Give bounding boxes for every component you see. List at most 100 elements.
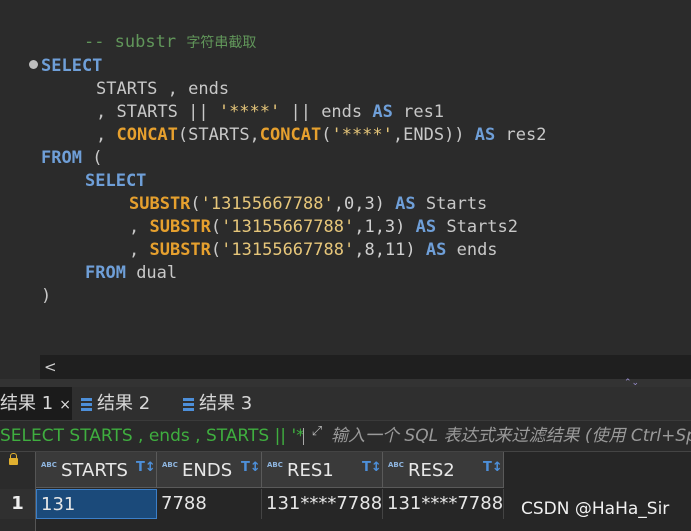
keyword-as: AS	[474, 125, 496, 145]
comment-line: -- substr 字符串截取	[43, 8, 256, 52]
column-label: RES2	[408, 460, 455, 481]
splitter-arrows-icon[interactable]: ⌃⌄	[624, 379, 639, 388]
watermark: CSDN @HaHa_Sir	[521, 499, 670, 519]
sort-icon[interactable]: T↕	[483, 460, 503, 475]
code-text: ,	[129, 217, 150, 237]
query-text: SELECT STARTS , ends , STARTS || '****' …	[0, 426, 303, 446]
code-line-7: SUBSTR('13155667788',0,3) AS Starts	[129, 193, 487, 216]
code-text: ,0,3)	[333, 194, 396, 214]
keyword-as: AS	[415, 217, 437, 237]
function-substr: SUBSTR	[149, 240, 211, 260]
code-text: )	[41, 286, 52, 306]
code-text: (	[190, 194, 201, 214]
code-text: ,	[96, 125, 117, 145]
sql-editor[interactable]: -- substr 字符串截取 SELECT STARTS , ends , S…	[0, 0, 691, 355]
code-text: (	[321, 125, 332, 145]
column-label: ENDS	[182, 460, 233, 481]
filter-divider	[303, 428, 304, 445]
horizontal-scrollbar[interactable]: <	[40, 355, 691, 379]
lock-icon	[9, 453, 18, 465]
code-line-5: FROM (	[41, 147, 102, 170]
string-literal: '****'	[331, 125, 393, 145]
code-text: (	[81, 148, 103, 168]
filter-input[interactable]: 输入一个 SQL 表达式来过滤结果 (使用 Ctrl+Space)	[331, 421, 691, 451]
tab-label: 结果 3	[199, 393, 253, 414]
keyword-select: SELECT	[85, 171, 147, 191]
table-cell[interactable]: 131****7788	[383, 489, 504, 519]
code-line-6: SELECT	[85, 170, 146, 193]
code-text: (	[210, 217, 222, 237]
column-header-res2[interactable]: ABC RES2 T↕	[383, 452, 504, 488]
function-substr: SUBSTR	[149, 217, 211, 237]
grid-icon	[183, 397, 194, 411]
column-label: RES1	[287, 460, 334, 481]
tab-label: 结果 2	[97, 393, 151, 414]
code-line-8: , SUBSTR('13155667788',1,3) AS Starts2	[129, 216, 518, 239]
table-cell[interactable]: 131	[36, 489, 157, 519]
code-line-2: STARTS , ends	[96, 78, 229, 101]
code-text: ,1,3)	[354, 217, 416, 237]
code-text: ,8,11)	[354, 240, 426, 260]
keyword-as: AS	[425, 240, 447, 260]
expand-icon[interactable]: ⤢	[309, 424, 325, 440]
string-literal: '13155667788'	[200, 194, 334, 214]
tab-label: 结果 1	[0, 393, 54, 414]
row-number[interactable]: 1	[0, 489, 36, 519]
code-text: || ends	[280, 102, 373, 122]
code-line-10: FROM dual	[85, 262, 177, 285]
keyword-select: SELECT	[41, 56, 103, 76]
code-text: , STARTS ||	[96, 102, 219, 122]
comment-cjk-text: 字符串截取	[186, 35, 257, 51]
result-filter-bar: SELECT STARTS , ends , STARTS || '****' …	[0, 421, 691, 452]
code-text: (	[210, 240, 222, 260]
result-grid: ABC STARTS T↕ ABC ENDS T↕ ABC RES1 T↕ AB…	[0, 452, 691, 531]
tab-result-3[interactable]: 结果 3	[183, 387, 263, 420]
close-icon[interactable]: ×	[59, 397, 71, 413]
string-literal: '13155667788'	[221, 217, 355, 237]
scroll-left-arrow-icon[interactable]: <	[44, 355, 57, 379]
results-tab-bar: 结果 1 × 结果 2 结果 3	[0, 387, 691, 421]
text-type-icon: ABC	[162, 461, 178, 469]
alias-text: Starts	[415, 194, 488, 214]
keyword-from: FROM	[85, 263, 126, 283]
alias-text: Starts2	[436, 217, 519, 237]
function-concat: CONCAT	[116, 125, 178, 145]
keyword-from: FROM	[41, 148, 82, 168]
string-literal: '****'	[218, 102, 281, 122]
code-text: STARTS , ends	[96, 79, 230, 99]
column-header-ends[interactable]: ABC ENDS T↕	[157, 452, 262, 488]
code-line-4: , CONCAT(STARTS,CONCAT('****',ENDS)) AS …	[96, 124, 546, 147]
function-concat: CONCAT	[259, 125, 322, 145]
tab-result-2[interactable]: 结果 2	[81, 387, 161, 420]
code-text: ,	[129, 240, 150, 260]
alias-text: res2	[495, 125, 547, 145]
code-line-3: , STARTS || '****' || ends AS res1	[96, 101, 444, 124]
text-type-icon: ABC	[41, 461, 57, 469]
code-line-1: SELECT	[41, 55, 102, 78]
text-type-icon: ABC	[267, 461, 283, 469]
code-text: dual	[125, 263, 178, 283]
column-label: STARTS	[61, 460, 128, 481]
grid-icon	[81, 397, 92, 411]
code-line-11: )	[41, 285, 51, 308]
table-cell[interactable]: 7788	[157, 489, 262, 519]
keyword-as: AS	[372, 102, 393, 122]
sort-icon[interactable]: T↕	[136, 460, 156, 475]
string-literal: '13155667788'	[221, 240, 355, 260]
text-type-icon: ABC	[388, 461, 404, 469]
column-header-res1[interactable]: ABC RES1 T↕	[262, 452, 383, 488]
tab-result-1[interactable]: 结果 1 ×	[0, 387, 72, 420]
code-line-9: , SUBSTR('13155667788',8,11) AS ends	[129, 239, 498, 262]
code-text: ,ENDS))	[392, 125, 475, 145]
keyword-as: AS	[395, 194, 416, 214]
column-header-starts[interactable]: ABC STARTS T↕	[36, 452, 157, 488]
comment-text: -- substr	[83, 32, 177, 52]
table-cell[interactable]: 131****7788	[262, 489, 383, 519]
alias-text: ends	[446, 240, 498, 260]
function-substr: SUBSTR	[129, 194, 191, 214]
fold-marker-icon[interactable]	[29, 60, 38, 69]
code-text: (STARTS,	[177, 125, 260, 145]
sort-icon[interactable]: T↕	[241, 460, 261, 475]
sort-icon[interactable]: T↕	[362, 460, 382, 475]
panel-splitter[interactable]: ⌃⌄	[0, 379, 691, 388]
